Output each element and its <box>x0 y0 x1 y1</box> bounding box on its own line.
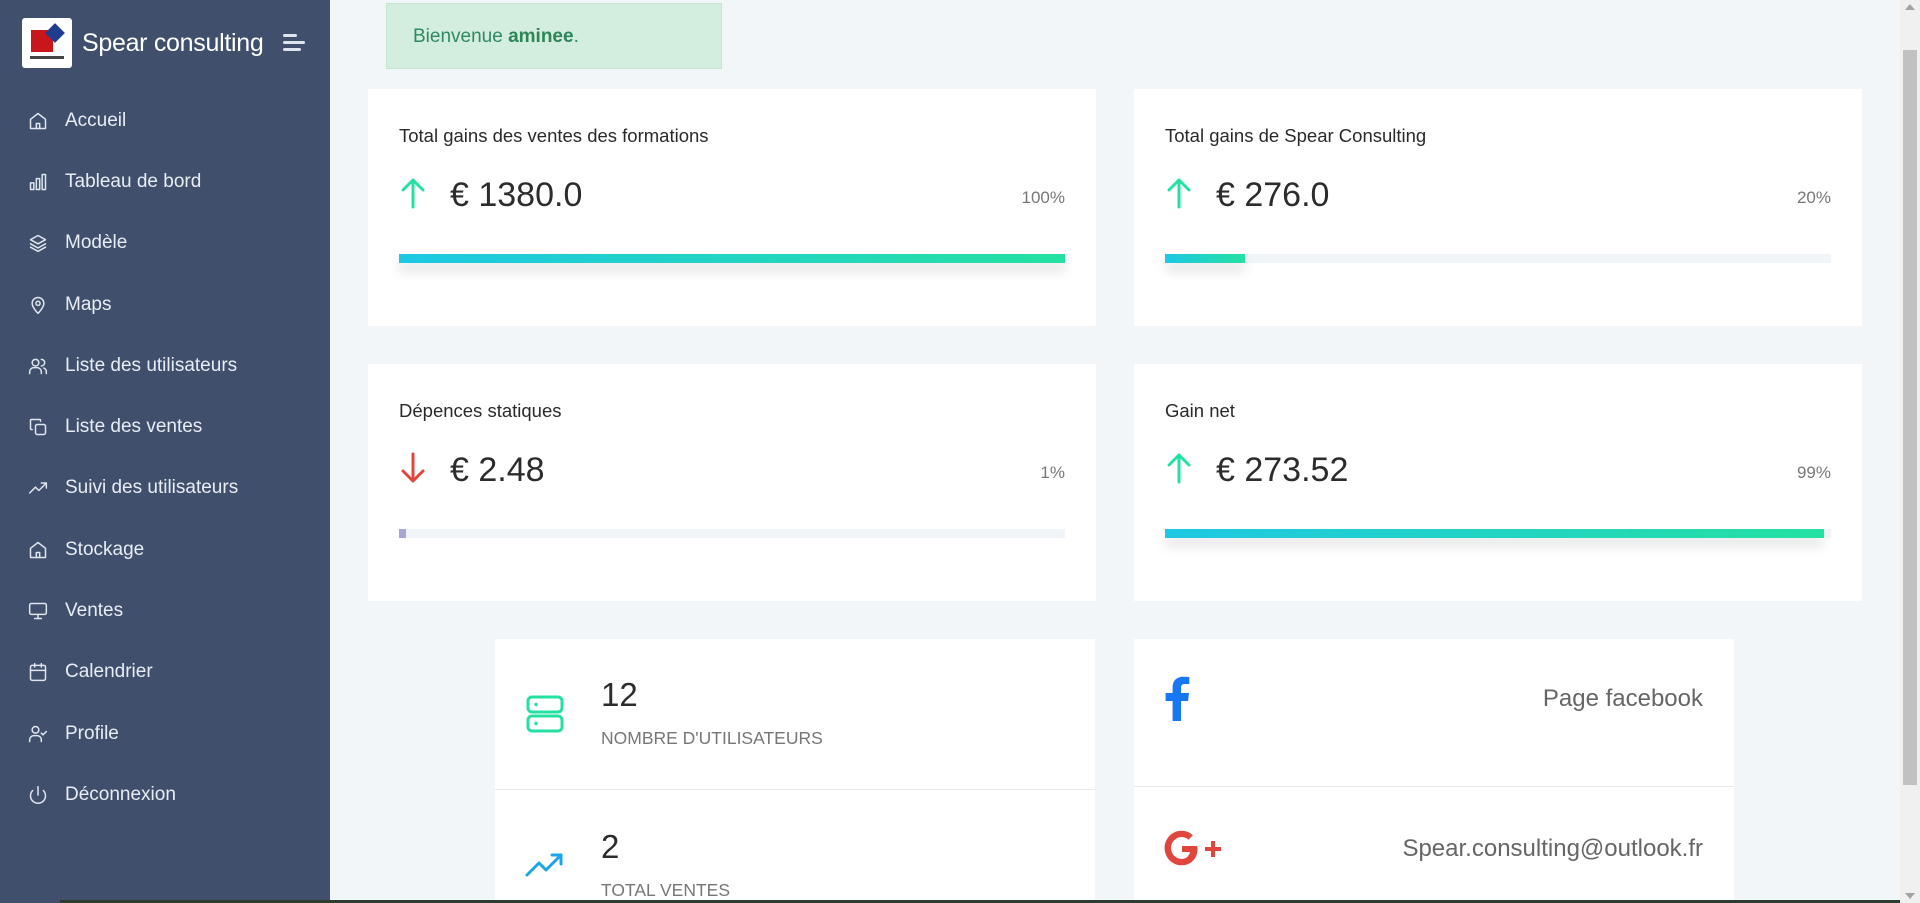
welcome-suffix: . <box>573 26 579 47</box>
stat-title: Total gains de Spear Consulting <box>1165 125 1427 146</box>
arrow-up-icon <box>401 178 425 209</box>
stat-card-depences-statiques: Dépences statiques € 2.48 1% <box>368 364 1096 601</box>
sidebar-item-label: Liste des ventes <box>65 416 203 438</box>
home-icon <box>29 541 47 558</box>
progress-fill <box>1165 254 1245 263</box>
sidebar-item-label: Stockage <box>65 538 145 560</box>
power-icon <box>29 785 47 804</box>
sidebar-item-deconnexion[interactable]: Déconnexion <box>0 764 330 825</box>
sidebar-item-label: Profile <box>65 722 119 744</box>
user-check-icon <box>28 725 48 742</box>
sidebar-item-tableau-de-bord[interactable]: Tableau de bord <box>0 151 330 212</box>
sidebar-item-label: Accueil <box>65 109 127 131</box>
progress-fill <box>399 529 406 538</box>
stat-value: € 2.48 <box>450 451 545 489</box>
stat-title: Dépences statiques <box>399 400 562 421</box>
users-count-label: NOMBRE D'UTILISATEURS <box>601 728 823 748</box>
sidebar-item-label: Ventes <box>65 600 124 622</box>
layers-icon <box>29 234 47 253</box>
arrow-down-icon <box>401 452 425 483</box>
sidebar-item-label: Déconnexion <box>65 783 176 805</box>
stat-card-gain-net: Gain net € 273.52 99% <box>1134 364 1862 601</box>
sidebar-item-label: Liste des utilisateurs <box>65 354 238 376</box>
stat-percent: 99% <box>1796 463 1831 482</box>
facebook-icon[interactable] <box>1164 675 1190 721</box>
calendar-icon <box>29 663 47 682</box>
sidebar-item-label: Tableau de bord <box>65 170 202 192</box>
sidebar-item-stockage[interactable]: Stockage <box>0 519 330 580</box>
trending-up-icon <box>28 482 48 495</box>
sidebar-item-label: Modèle <box>65 232 128 254</box>
social-panel: Page facebook Spear.consulting@outlook.f… <box>1134 639 1734 903</box>
facebook-page-link[interactable]: Page facebook <box>1543 685 1703 713</box>
scroll-up-arrow-icon[interactable] <box>1905 4 1915 10</box>
page-scrollbar[interactable] <box>1900 0 1920 903</box>
sidebar-item-liste-utilisateurs[interactable]: Liste des utilisateurs <box>0 335 330 396</box>
stat-percent: 1% <box>1040 463 1065 482</box>
sidebar-item-liste-ventes[interactable]: Liste des ventes <box>0 396 330 457</box>
stat-value: € 276.0 <box>1216 176 1330 214</box>
copy-icon <box>29 418 47 436</box>
users-count-value: 12 <box>601 676 638 713</box>
sales-total-value: 2 <box>601 828 620 865</box>
sidebar-nav: Accueil Tableau de bord Modèle Maps List… <box>0 90 330 826</box>
scroll-down-arrow-icon[interactable] <box>1905 893 1915 899</box>
server-icon <box>526 695 564 733</box>
stat-value: € 273.52 <box>1216 451 1349 489</box>
stat-value: € 1380.0 <box>450 176 583 214</box>
users-count-row: 12 NOMBRE D'UTILISATEURS <box>495 639 1095 790</box>
users-icon <box>28 358 48 375</box>
sidebar-item-suivi-utilisateurs[interactable]: Suivi des utilisateurs <box>0 458 330 519</box>
stat-percent: 100% <box>1021 188 1065 207</box>
sidebar: Spear consulting Accueil Tableau de bord… <box>0 0 330 903</box>
sidebar-item-label: Calendrier <box>65 661 153 683</box>
home-icon <box>29 112 47 129</box>
welcome-alert: Bienvenue aminee. <box>386 3 722 69</box>
google-plus-icon[interactable] <box>1164 829 1222 867</box>
info-panel: 12 NOMBRE D'UTILISATEURS 2 TOTAL VENTES <box>495 639 1095 903</box>
map-pin-icon <box>31 296 45 314</box>
trending-up-icon <box>525 853 563 877</box>
progress-fill <box>1165 529 1825 538</box>
arrow-up-icon <box>1167 178 1191 209</box>
sales-total-label: TOTAL VENTES <box>601 880 731 900</box>
scroll-thumb[interactable] <box>1903 50 1917 785</box>
progress-track <box>399 529 1065 538</box>
welcome-prefix: Bienvenue <box>413 26 503 47</box>
stat-percent: 20% <box>1796 188 1831 207</box>
sidebar-item-calendrier[interactable]: Calendrier <box>0 642 330 703</box>
contact-email-link[interactable]: Spear.consulting@outlook.fr <box>1402 835 1703 863</box>
sidebar-item-label: Maps <box>65 293 112 315</box>
menu-toggle-icon[interactable] <box>283 34 305 52</box>
brand-logo[interactable] <box>22 18 72 68</box>
sidebar-item-ventes[interactable]: Ventes <box>0 580 330 641</box>
sidebar-item-maps[interactable]: Maps <box>0 274 330 335</box>
google-row[interactable]: Spear.consulting@outlook.fr <box>1134 787 1734 903</box>
brand-name[interactable]: Spear consulting <box>82 29 264 58</box>
sales-total-row: 2 TOTAL VENTES <box>495 790 1095 903</box>
progress-fill <box>399 254 1065 263</box>
bar-chart-icon <box>29 173 47 191</box>
sidebar-item-accueil[interactable]: Accueil <box>0 90 330 151</box>
progress-track <box>399 254 1065 263</box>
sidebar-item-label: Suivi des utilisateurs <box>65 477 239 499</box>
progress-track <box>1165 529 1831 538</box>
stat-card-spear-consulting: Total gains de Spear Consulting € 276.0 … <box>1134 89 1862 326</box>
stat-card-ventes-formations: Total gains des ventes des formations € … <box>368 89 1096 326</box>
brand: Spear consulting <box>0 0 330 86</box>
stat-title: Gain net <box>1165 400 1235 421</box>
monitor-icon <box>28 602 48 620</box>
arrow-up-icon <box>1167 453 1191 484</box>
facebook-row[interactable]: Page facebook <box>1134 639 1734 787</box>
sidebar-item-profile[interactable]: Profile <box>0 703 330 764</box>
stat-title: Total gains des ventes des formations <box>399 125 709 146</box>
welcome-username: aminee <box>508 26 574 47</box>
sidebar-item-modele[interactable]: Modèle <box>0 213 330 274</box>
progress-track <box>1165 254 1831 263</box>
